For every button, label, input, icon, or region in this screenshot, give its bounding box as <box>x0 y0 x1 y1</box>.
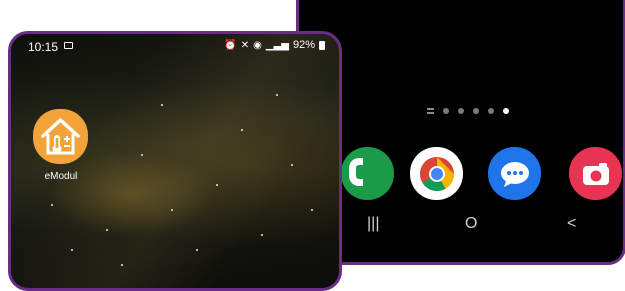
recents-button[interactable]: ||| <box>367 215 379 233</box>
phone-app-icon[interactable] <box>341 147 394 200</box>
chrome-app-icon[interactable] <box>410 147 463 200</box>
page-indicator-lines-icon <box>427 108 434 114</box>
phone-icon <box>349 158 363 186</box>
front-phone-screen: 10:15 ⏰ ✕ ◉ ▁▃▅ 92% eModul <box>8 31 342 291</box>
home-button[interactable]: O <box>465 215 477 233</box>
page-dot-active <box>503 108 509 114</box>
chrome-icon <box>419 156 454 191</box>
emodul-app-label: eModul <box>44 171 78 182</box>
back-button[interactable]: < <box>567 215 576 233</box>
alarm-icon: ⏰ <box>224 39 237 51</box>
messages-app-icon[interactable] <box>488 147 541 200</box>
status-icons: ⏰ ✕ ◉ ▁▃▅ 92% <box>224 39 325 51</box>
page-indicator[interactable] <box>427 105 509 117</box>
page-dot <box>473 108 479 114</box>
back-phone-screen: ||| O < <box>296 0 625 265</box>
wifi-icon: ◉ <box>253 39 262 51</box>
status-bar: 10:15 ⏰ ✕ ◉ ▁▃▅ 92% <box>11 34 339 56</box>
signal-icon: ▁▃▅ <box>265 39 289 51</box>
page-dot <box>488 108 494 114</box>
page-dot <box>458 108 464 114</box>
battery-icon <box>319 40 325 50</box>
message-icon <box>500 161 529 187</box>
mute-icon: ✕ <box>240 39 250 51</box>
camera-app-icon[interactable] <box>569 147 622 200</box>
page-dot <box>443 108 449 114</box>
battery-percent: 92% <box>292 39 315 51</box>
house-thermometer-icon <box>41 118 80 155</box>
gallery-notification-icon <box>64 42 73 49</box>
camera-icon <box>582 162 609 185</box>
emodul-app-icon[interactable] <box>33 109 88 164</box>
status-time: 10:15 <box>28 40 59 54</box>
